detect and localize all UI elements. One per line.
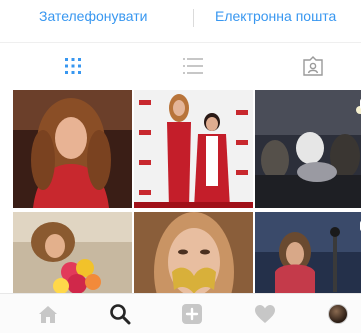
- bottom-nav: [0, 293, 361, 333]
- grid-photo[interactable]: [255, 90, 361, 208]
- grid-photo[interactable]: [255, 212, 361, 293]
- grid-photo[interactable]: [134, 212, 253, 293]
- nav-activity[interactable]: [245, 294, 285, 333]
- list-view-icon: [183, 58, 203, 74]
- nav-add-post[interactable]: [172, 294, 212, 333]
- heart-icon: [255, 305, 275, 323]
- grid-view-icon: [65, 58, 81, 74]
- tab-tagged-photos[interactable]: [253, 43, 361, 89]
- photo-image: [13, 212, 132, 293]
- tab-grid-view[interactable]: [13, 43, 133, 89]
- profile-avatar: [328, 304, 348, 324]
- email-button[interactable]: Електронна пошта: [215, 8, 336, 24]
- photo-image: [13, 90, 132, 208]
- photo-image: [255, 90, 361, 208]
- photo-grid: [13, 90, 361, 293]
- home-icon: [39, 306, 57, 323]
- photo-image: [134, 212, 253, 293]
- add-post-icon: [182, 304, 202, 324]
- grid-photo[interactable]: [13, 212, 132, 293]
- nav-search[interactable]: [100, 294, 140, 333]
- contact-divider: [193, 9, 194, 27]
- search-icon: [110, 304, 131, 325]
- contact-bar: Зателефонувати Електронна пошта: [0, 0, 361, 38]
- view-tabs: [0, 42, 361, 88]
- photo-image: [255, 212, 361, 293]
- nav-home[interactable]: [28, 294, 68, 333]
- call-button[interactable]: Зателефонувати: [39, 8, 148, 24]
- tab-list-view[interactable]: [133, 43, 253, 89]
- photo-image: [134, 90, 253, 208]
- tagged-photos-icon: [303, 56, 323, 76]
- nav-profile[interactable]: [318, 294, 358, 333]
- grid-photo[interactable]: [13, 90, 132, 208]
- grid-photo[interactable]: [134, 90, 253, 208]
